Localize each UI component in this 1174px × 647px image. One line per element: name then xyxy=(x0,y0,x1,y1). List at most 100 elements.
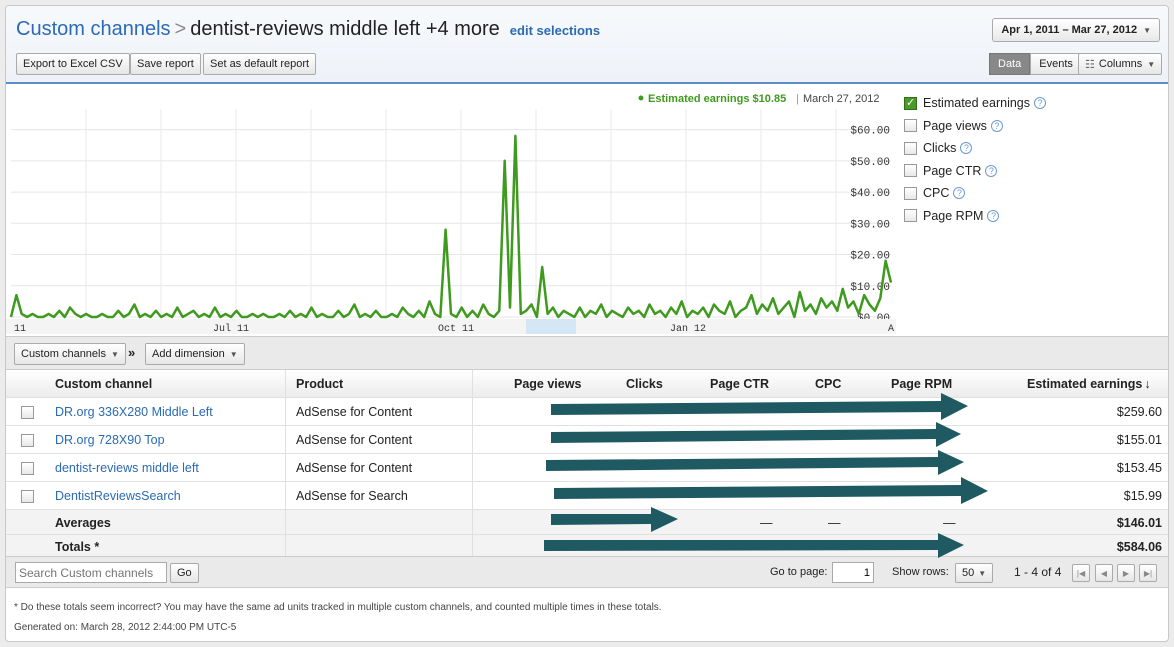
earnings-chart[interactable]: $0.00$10.00$20.00$30.00$40.00$50.00$60.0… xyxy=(6,86,896,334)
metric-option[interactable]: Clicks? xyxy=(904,137,1164,160)
search-go-button[interactable]: Go xyxy=(170,563,199,583)
column-divider xyxy=(285,370,286,559)
breadcrumb-separator: > xyxy=(174,18,187,40)
first-page-icon[interactable]: |◀ xyxy=(1072,564,1090,582)
metric-option[interactable]: Page RPM? xyxy=(904,205,1164,228)
page-title: Custom channels > dentist-reviews middle l… xyxy=(16,18,600,41)
view-toggle: Data Events xyxy=(989,53,1082,75)
footer-notes: * Do these totals seem incorrect? You ma… xyxy=(14,598,662,638)
col-estimated-earnings-label: Estimated earnings xyxy=(1027,377,1143,391)
y-tick-label: $30.00 xyxy=(850,219,890,231)
columns-button[interactable]: ☷ Columns ▼ xyxy=(1078,53,1163,75)
col-product[interactable]: Product xyxy=(296,370,343,398)
help-icon[interactable]: ? xyxy=(1034,97,1047,110)
save-report-button[interactable]: Save report xyxy=(130,53,201,75)
table-row: dentist-reviews middle left AdSense for … xyxy=(6,454,1168,482)
help-icon[interactable]: ? xyxy=(990,119,1003,132)
col-page-rpm[interactable]: Page RPM xyxy=(891,370,952,398)
search-custom-channels-input[interactable] xyxy=(15,562,167,583)
x-tick-label: Jul 11 xyxy=(213,323,249,334)
x-axis-highlight xyxy=(526,319,576,334)
averages-label: Averages xyxy=(55,515,111,530)
y-tick-label: $50.00 xyxy=(850,157,890,169)
col-page-views[interactable]: Page views xyxy=(514,370,581,398)
metric-checkbox[interactable] xyxy=(904,96,917,110)
help-icon[interactable]: ? xyxy=(953,187,966,200)
col-cpc[interactable]: CPC xyxy=(815,370,841,398)
goto-page-label: Go to page: xyxy=(770,566,828,578)
legend-text: Estimated earnings xyxy=(648,93,749,105)
averages-row: Averages — — — $146.01 xyxy=(6,510,1168,535)
last-page-icon[interactable]: ▶| xyxy=(1139,564,1157,582)
help-icon[interactable]: ? xyxy=(985,164,998,177)
col-custom-channel[interactable]: Custom channel xyxy=(55,370,152,398)
date-range-picker[interactable]: Apr 1, 2011 – Mar 27, 2012 ▼ xyxy=(992,18,1160,42)
metric-label: Page RPM xyxy=(923,208,984,223)
goto-page-input[interactable] xyxy=(832,562,874,583)
legend-label: Estimated earnings $10.85 xyxy=(648,93,786,105)
breadcrumb-root[interactable]: Custom channels xyxy=(16,18,171,40)
legend-divider: | xyxy=(796,93,799,105)
metric-checkbox[interactable] xyxy=(904,164,917,178)
x-tick-label: Oct 11 xyxy=(438,324,474,334)
legend-value: $10.85 xyxy=(753,93,787,105)
chevron-down-icon: ▼ xyxy=(111,349,119,359)
show-rows-value: 50 xyxy=(962,567,975,579)
metric-option[interactable]: Page views? xyxy=(904,115,1164,138)
row-checkbox[interactable] xyxy=(21,405,34,419)
chevron-down-icon: ▼ xyxy=(978,568,987,578)
export-csv-button[interactable]: Export to Excel CSV xyxy=(16,53,130,75)
totals-note: * Do these totals seem incorrect? You ma… xyxy=(14,602,662,613)
channel-link[interactable]: DR.org 728X90 Top xyxy=(55,426,165,454)
metric-checkbox[interactable] xyxy=(904,186,917,200)
product-cell: AdSense for Content xyxy=(296,461,413,475)
channel-link[interactable]: DentistReviewsSearch xyxy=(55,482,181,510)
metric-option[interactable]: Estimated earnings? xyxy=(904,92,1164,115)
table-row: DR.org 336X280 Middle Left AdSense for C… xyxy=(6,398,1168,426)
col-clicks[interactable]: Clicks xyxy=(626,370,663,398)
next-page-icon[interactable]: ▶ xyxy=(1117,564,1135,582)
edit-selections-link[interactable]: edit selections xyxy=(510,23,600,38)
add-dimension-dropdown[interactable]: Add dimension ▼ xyxy=(145,343,245,365)
earnings-cell: $15.99 xyxy=(1123,489,1162,503)
col-estimated-earnings[interactable]: Estimated earnings ↓ xyxy=(1027,370,1151,398)
double-arrow-icon: » xyxy=(128,345,136,360)
col-page-ctr[interactable]: Page CTR xyxy=(710,370,769,398)
channel-link[interactable]: dentist-reviews middle left xyxy=(55,454,199,482)
metric-checkbox[interactable] xyxy=(904,209,917,223)
breadcrumb-current: dentist-reviews middle left +4 more xyxy=(190,18,500,40)
row-checkbox[interactable] xyxy=(21,433,34,447)
table-row: DR.org 728X90 Top AdSense for Content $1… xyxy=(6,426,1168,454)
metric-option[interactable]: CPC? xyxy=(904,182,1164,205)
report-panel: Custom channels > dentist-reviews middle l… xyxy=(5,5,1169,642)
averages-ctr: — xyxy=(760,515,773,530)
show-rows-label: Show rows: xyxy=(892,566,949,578)
prev-page-icon[interactable]: ◀ xyxy=(1095,564,1113,582)
legend-dot xyxy=(638,95,644,101)
averages-earnings: $146.01 xyxy=(1116,515,1162,530)
date-range-label: Apr 1, 2011 – Mar 27, 2012 xyxy=(1001,24,1138,36)
show-rows-select[interactable]: 50 ▼ xyxy=(955,563,994,583)
help-icon[interactable]: ? xyxy=(987,209,1000,222)
metrics-panel: Estimated earnings?Page views?Clicks?Pag… xyxy=(904,92,1164,227)
row-checkbox[interactable] xyxy=(21,461,34,475)
set-default-report-button[interactable]: Set as default report xyxy=(203,53,317,75)
data-view-button[interactable]: Data xyxy=(989,53,1031,75)
row-checkbox[interactable] xyxy=(21,489,34,503)
help-icon[interactable]: ? xyxy=(960,142,973,155)
table-header-row: Custom channel Product Page views Clicks… xyxy=(6,370,1168,398)
metric-checkbox[interactable] xyxy=(904,119,917,133)
generated-timestamp: Generated on: March 28, 2012 2:44:00 PM … xyxy=(14,622,237,633)
averages-rpm: — xyxy=(943,515,956,530)
page-range: 1 - 4 of 4 xyxy=(1014,565,1062,579)
metric-option[interactable]: Page CTR? xyxy=(904,160,1164,183)
report-header: Custom channels > dentist-reviews middle l… xyxy=(6,6,1168,84)
columns-icon: ☷ xyxy=(1085,58,1095,71)
x-tick-label: Jan 12 xyxy=(670,324,706,334)
channel-link[interactable]: DR.org 336X280 Middle Left xyxy=(55,398,213,426)
custom-channels-dropdown[interactable]: Custom channels ▼ xyxy=(14,343,126,365)
events-view-button[interactable]: Events xyxy=(1030,53,1082,75)
add-dimension-label: Add dimension xyxy=(152,348,225,360)
metric-checkbox[interactable] xyxy=(904,141,917,155)
y-tick-label: $40.00 xyxy=(850,188,890,200)
